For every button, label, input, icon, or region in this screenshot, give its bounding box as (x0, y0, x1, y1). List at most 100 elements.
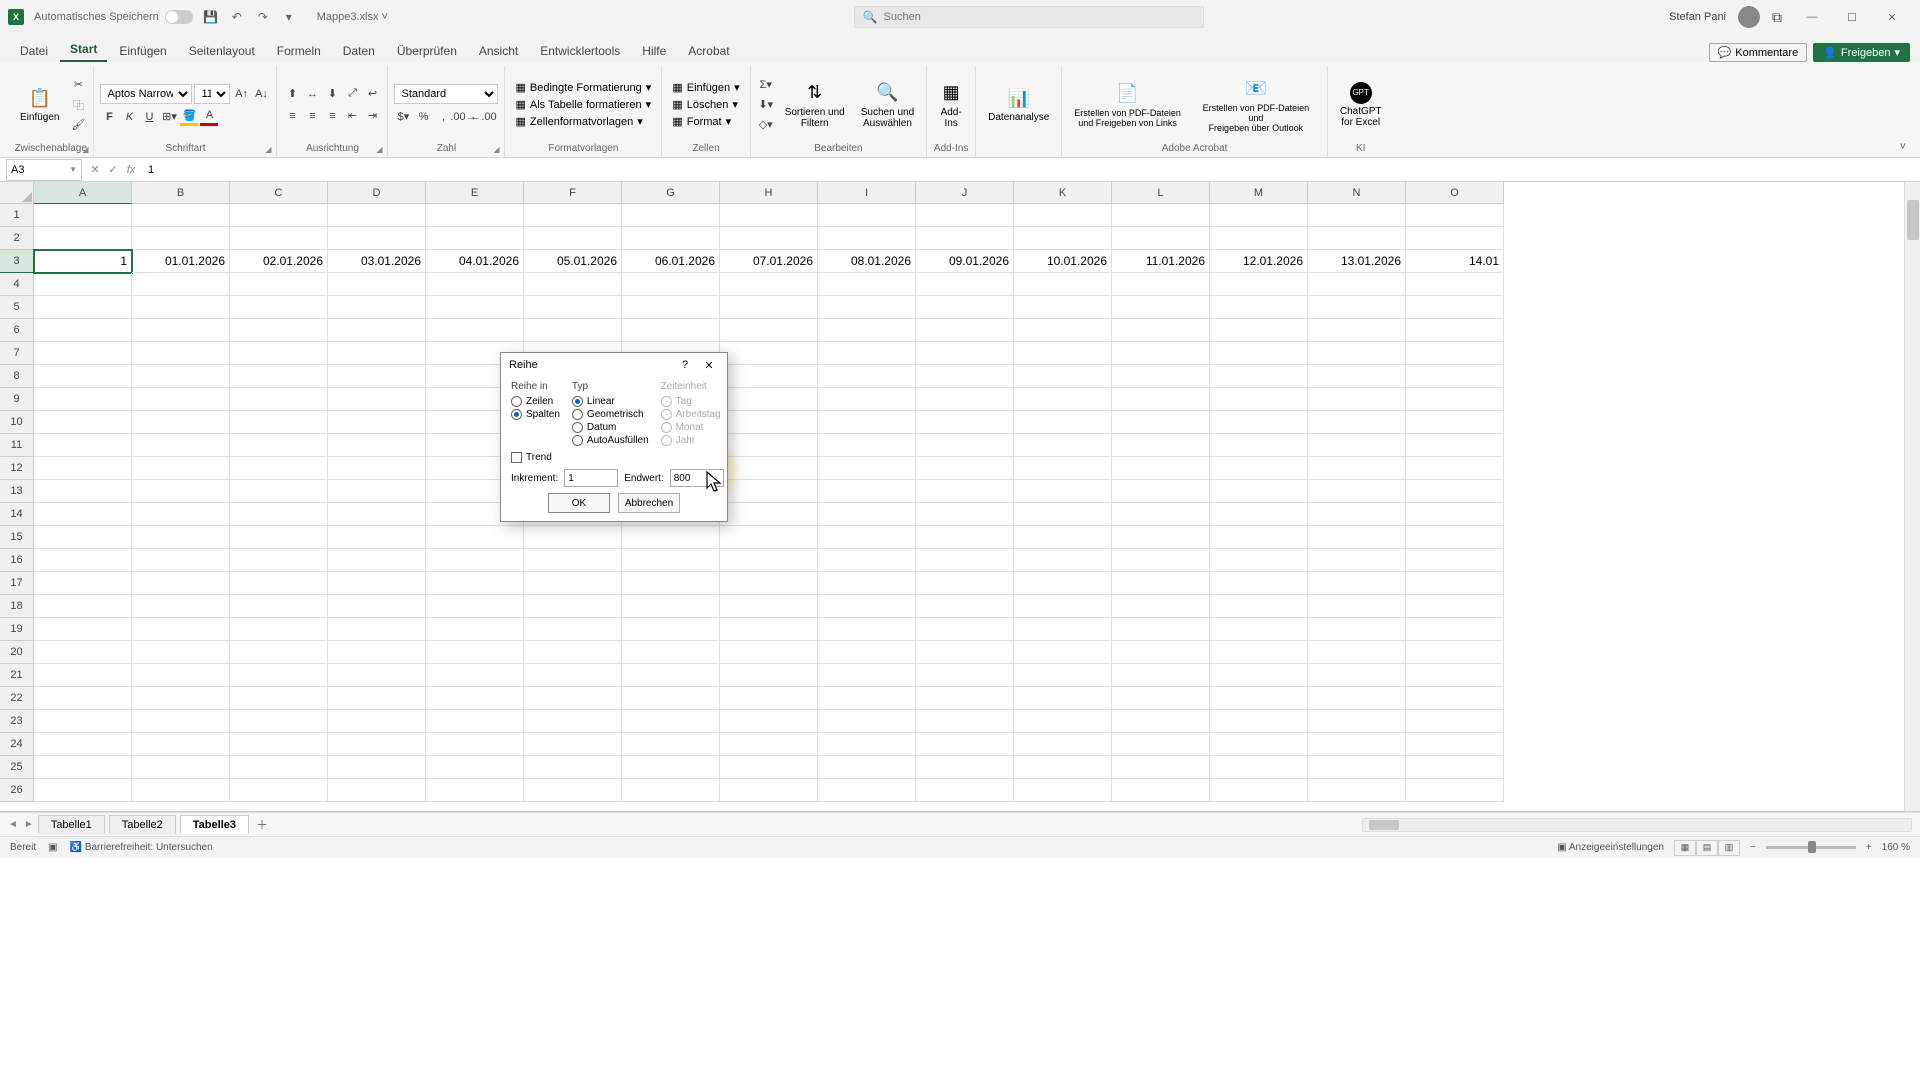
cell-H7[interactable] (720, 342, 818, 365)
cell-J20[interactable] (916, 641, 1014, 664)
row-header-8[interactable]: 8 (0, 365, 34, 388)
cell-F15[interactable] (524, 526, 622, 549)
cell-D14[interactable] (328, 503, 426, 526)
cell-C23[interactable] (230, 710, 328, 733)
cell-I17[interactable] (818, 572, 916, 595)
row-header-21[interactable]: 21 (0, 664, 34, 687)
sort-filter-button[interactable]: ⇅Sortieren und Filtern (779, 77, 851, 133)
cell-D7[interactable] (328, 342, 426, 365)
cell-M1[interactable] (1210, 204, 1308, 227)
cell-N15[interactable] (1308, 526, 1406, 549)
cell-F16[interactable] (524, 549, 622, 572)
cell-O22[interactable] (1406, 687, 1504, 710)
cell-O1[interactable] (1406, 204, 1504, 227)
cell-M7[interactable] (1210, 342, 1308, 365)
cell-O12[interactable] (1406, 457, 1504, 480)
radio-spalten[interactable]: Spalten (511, 409, 560, 420)
cell-C15[interactable] (230, 526, 328, 549)
cell-H18[interactable] (720, 595, 818, 618)
cell-A19[interactable] (34, 618, 132, 641)
cell-I5[interactable] (818, 296, 916, 319)
cell-B11[interactable] (132, 434, 230, 457)
cell-B17[interactable] (132, 572, 230, 595)
col-header-E[interactable]: E (426, 182, 524, 204)
cell-L10[interactable] (1112, 411, 1210, 434)
cell-C24[interactable] (230, 733, 328, 756)
macro-record-icon[interactable]: ▣ (48, 842, 57, 853)
cell-F1[interactable] (524, 204, 622, 227)
col-header-D[interactable]: D (328, 182, 426, 204)
cut-icon[interactable]: ✂ (69, 76, 87, 94)
minimize-button[interactable]: — (1792, 3, 1832, 31)
radio-autoausfuellen[interactable]: AutoAusfüllen (572, 435, 649, 446)
align-left-icon[interactable]: ≡ (283, 107, 301, 125)
cell-A14[interactable] (34, 503, 132, 526)
cell-D16[interactable] (328, 549, 426, 572)
fill-icon[interactable]: ⬇▾ (757, 96, 775, 114)
cell-K7[interactable] (1014, 342, 1112, 365)
toggle-switch-icon[interactable] (165, 10, 193, 24)
increase-font-icon[interactable]: A↑ (232, 85, 250, 103)
cell-C4[interactable] (230, 273, 328, 296)
cell-J18[interactable] (916, 595, 1014, 618)
row-header-4[interactable]: 4 (0, 273, 34, 296)
cell-N20[interactable] (1308, 641, 1406, 664)
cell-L11[interactable] (1112, 434, 1210, 457)
undo-icon[interactable]: ↶ (229, 9, 245, 25)
cell-D12[interactable] (328, 457, 426, 480)
cell-I11[interactable] (818, 434, 916, 457)
cell-L5[interactable] (1112, 296, 1210, 319)
cell-K26[interactable] (1014, 779, 1112, 802)
cell-J24[interactable] (916, 733, 1014, 756)
decrease-decimal-icon[interactable]: ←.00 (474, 108, 492, 126)
cell-B23[interactable] (132, 710, 230, 733)
delete-cells-button[interactable]: ▦ Löschen ▾ (668, 97, 743, 112)
cell-O6[interactable] (1406, 319, 1504, 342)
format-cells-button[interactable]: ▦ Format ▾ (668, 114, 743, 129)
cell-H1[interactable] (720, 204, 818, 227)
cell-J6[interactable] (916, 319, 1014, 342)
radio-zeilen[interactable]: Zeilen (511, 396, 560, 407)
cell-E4[interactable] (426, 273, 524, 296)
cell-B19[interactable] (132, 618, 230, 641)
spreadsheet-grid[interactable]: ABCDEFGHIJKLMNO 123456789101112131415161… (0, 182, 1920, 812)
qat-more-icon[interactable]: ▾ (281, 9, 297, 25)
redo-icon[interactable]: ↷ (255, 9, 271, 25)
cell-L18[interactable] (1112, 595, 1210, 618)
cell-L16[interactable] (1112, 549, 1210, 572)
tab-formeln[interactable]: Formeln (267, 40, 331, 62)
cell-B14[interactable] (132, 503, 230, 526)
cell-H21[interactable] (720, 664, 818, 687)
cell-C1[interactable] (230, 204, 328, 227)
cell-J23[interactable] (916, 710, 1014, 733)
cell-N9[interactable] (1308, 388, 1406, 411)
cell-styles-button[interactable]: ▦ Zellenformatvorlagen ▾ (511, 114, 655, 129)
zoom-level[interactable]: 160 % (1882, 842, 1910, 853)
cell-C6[interactable] (230, 319, 328, 342)
abbrechen-button[interactable]: Abbrechen (618, 493, 680, 513)
cell-H3[interactable]: 07.01.2026 (720, 250, 818, 273)
cell-C21[interactable] (230, 664, 328, 687)
cell-I23[interactable] (818, 710, 916, 733)
cell-I22[interactable] (818, 687, 916, 710)
cell-A3[interactable]: 1 (34, 250, 132, 273)
cell-G21[interactable] (622, 664, 720, 687)
row-header-19[interactable]: 19 (0, 618, 34, 641)
font-size-select[interactable]: 11 (194, 84, 230, 104)
share-button[interactable]: 👤 Freigeben ▾ (1813, 43, 1910, 62)
cell-H14[interactable] (720, 503, 818, 526)
cell-D20[interactable] (328, 641, 426, 664)
cell-F25[interactable] (524, 756, 622, 779)
cell-K22[interactable] (1014, 687, 1112, 710)
cell-M26[interactable] (1210, 779, 1308, 802)
cell-G19[interactable] (622, 618, 720, 641)
tab-start[interactable]: Start (60, 38, 107, 62)
cell-N3[interactable]: 13.01.2026 (1308, 250, 1406, 273)
cell-G17[interactable] (622, 572, 720, 595)
cell-N14[interactable] (1308, 503, 1406, 526)
sheet-next-icon[interactable]: ► (24, 819, 34, 830)
cell-I4[interactable] (818, 273, 916, 296)
cell-L20[interactable] (1112, 641, 1210, 664)
cell-C26[interactable] (230, 779, 328, 802)
cell-L15[interactable] (1112, 526, 1210, 549)
